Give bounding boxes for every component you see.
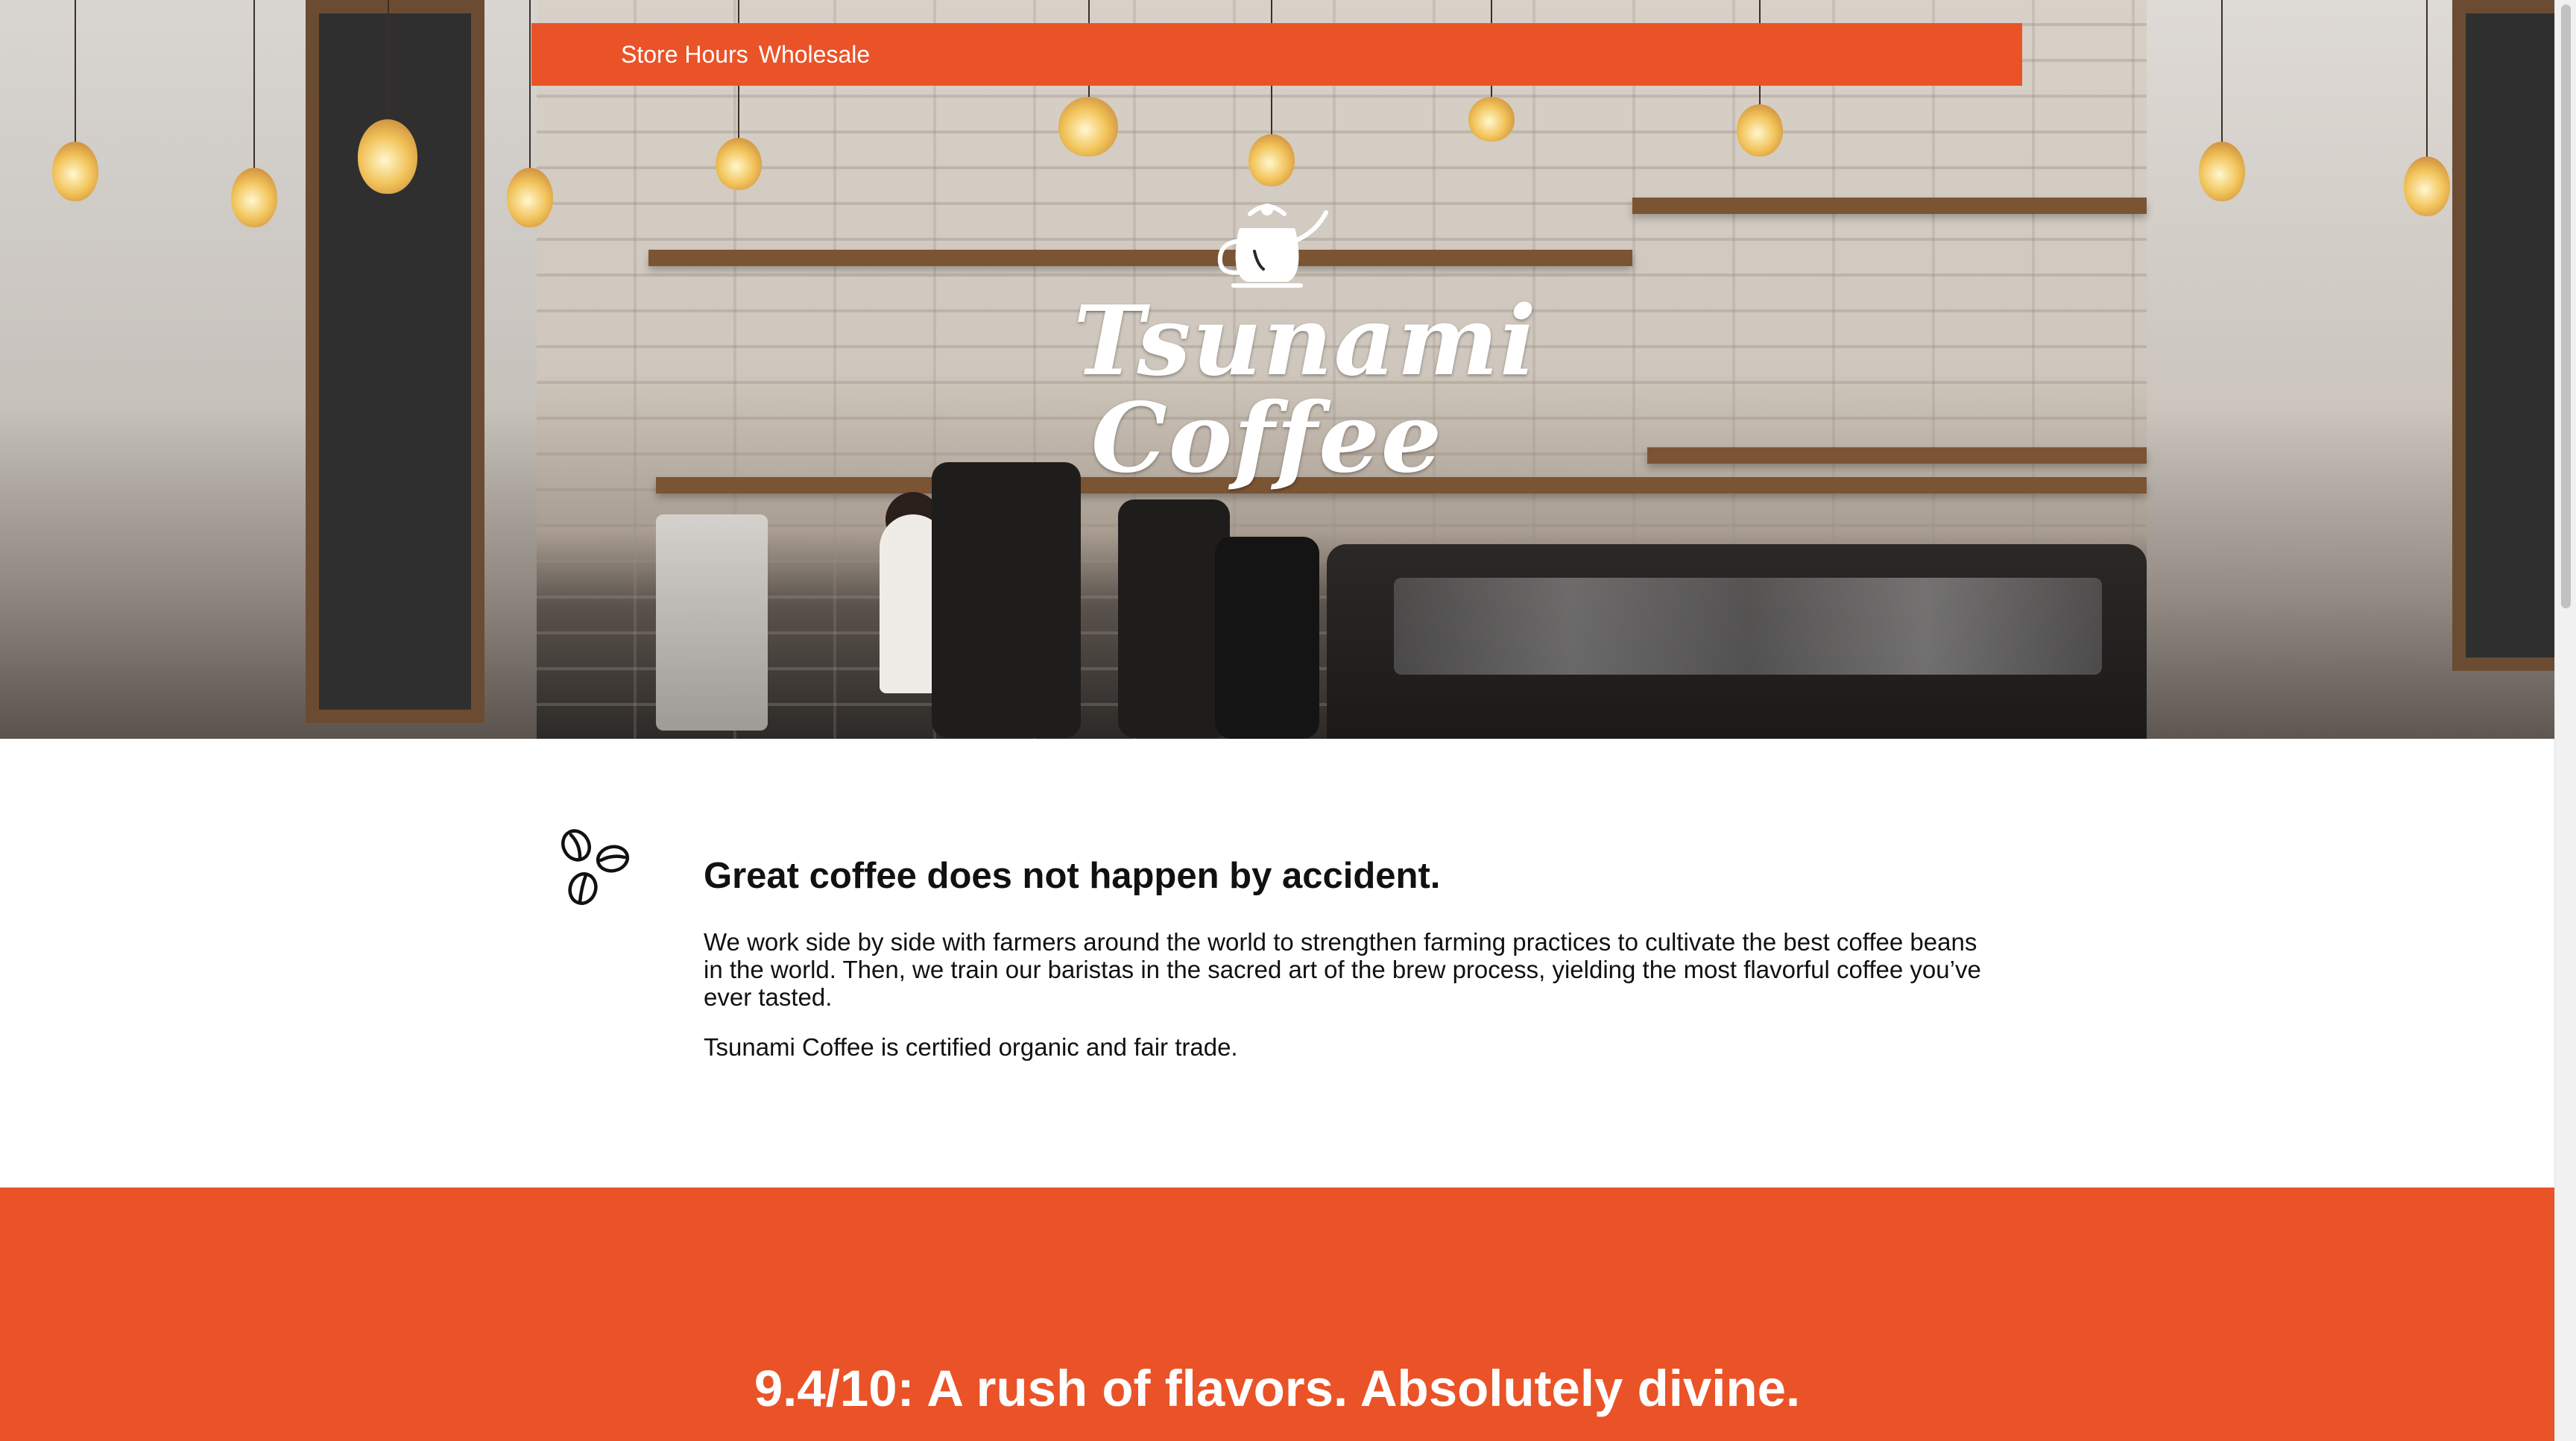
world-map-decal [1394,578,2102,675]
brand-name-line2: Coffee [1090,382,1444,494]
espresso-machine [656,514,768,731]
wall-shelf [1632,198,2147,214]
pendant-lamp [1737,104,1783,157]
top-navbar: Store Hours Wholesale [531,23,2022,86]
pendant-lamp [1248,134,1295,186]
nav-link-store-hours[interactable]: Store Hours [621,41,748,69]
pendant-wire [2221,0,2223,149]
pendant-lamp [507,168,553,227]
chalkboard-menu-left [306,0,484,723]
mission-heading: Great coffee does not happen by accident… [704,856,1441,896]
pendant-lamp [716,138,762,190]
pendant-wire [253,0,255,171]
coffee-bin [1215,537,1319,739]
kettle-icon [1217,204,1328,288]
pendant-lamp [52,142,98,201]
brand-logo: Tsunami Coffee [1073,198,1538,496]
review-section: 9.4/10: A rush of flavors. Absolutely di… [0,1188,2554,1441]
pendant-wire [529,0,531,171]
mission-paragraph-1: We work side by side with farmers around… [704,928,1981,1011]
brand-name-line1: Tsunami [1073,286,1538,397]
mission-paragraph-2: Tsunami Coffee is certified organic and … [704,1033,1238,1061]
pendant-lamp [2199,142,2245,201]
review-quote: 9.4/10: A rush of flavors. Absolutely di… [754,1360,1801,1417]
chalkboard-menu-right [2452,0,2554,671]
pendant-wire [2426,0,2428,164]
pendant-lamp [1468,97,1515,142]
nav-link-wholesale[interactable]: Wholesale [759,41,870,69]
coffee-beans-icon [561,829,630,905]
coffee-grinder [932,462,1081,738]
pendant-wire [75,0,76,149]
coffee-grinder [1118,499,1230,738]
pendant-lamp [1058,97,1118,157]
page-scrollbar[interactable] [2554,0,2576,1441]
pendant-lamp [231,168,277,227]
pendant-lamp [2404,157,2450,216]
nav-links: Store Hours Wholesale [621,41,870,69]
wall-shelf [1647,447,2147,464]
mission-content: Great coffee does not happen by accident… [704,854,1986,1083]
pendant-lamp [358,119,417,194]
scrollbar-thumb[interactable] [2561,4,2571,608]
pendant-wire [388,0,389,119]
